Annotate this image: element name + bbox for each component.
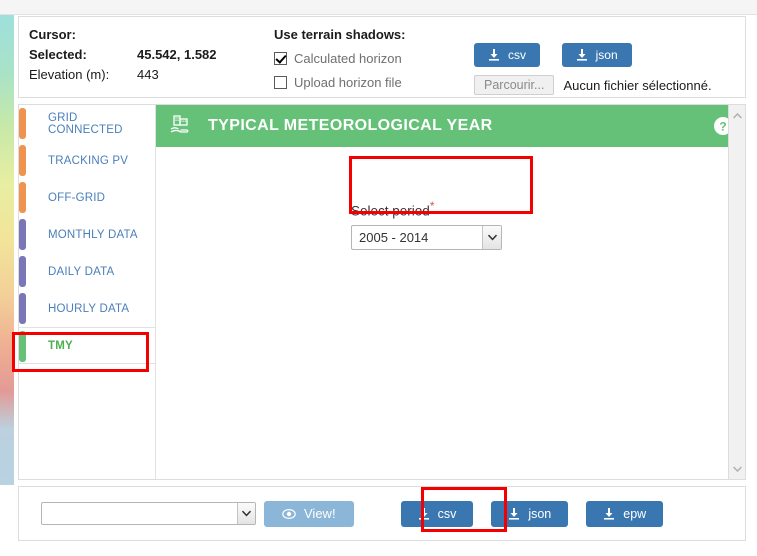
selected-row: Selected: 45.542, 1.582 bbox=[29, 45, 274, 65]
main-content-panel: GRID CONNECTED TRACKING PV OFF-GRID MONT… bbox=[18, 104, 746, 480]
upload-horizon-label: Upload horizon file bbox=[294, 74, 402, 90]
scroll-up-arrow-icon[interactable] bbox=[729, 107, 745, 124]
elevation-row: Elevation (m): 443 bbox=[29, 65, 274, 85]
view-button-label: View! bbox=[304, 506, 336, 521]
download-icon bbox=[603, 507, 615, 520]
cursor-block: Cursor: Selected: 45.542, 1.582 Elevatio… bbox=[29, 25, 274, 85]
browse-file-button[interactable]: Parcourir... bbox=[474, 75, 555, 95]
sidebar-item-monthly-data[interactable]: MONTHLY DATA bbox=[19, 216, 155, 253]
horizon-download-csv-label: csv bbox=[508, 48, 526, 62]
sidebar-item-color-bar bbox=[19, 145, 26, 176]
bottom-download-buttons: csv json epw bbox=[400, 500, 664, 527]
select-period-label: Select period bbox=[351, 203, 430, 219]
sidebar-item-label: MONTHLY DATA bbox=[48, 228, 138, 241]
file-status-text: Aucun fichier sélectionné. bbox=[563, 77, 712, 93]
sidebar-item-label: OFF-GRID bbox=[48, 191, 106, 204]
horizon-download-json-button[interactable]: json bbox=[561, 43, 632, 67]
sidebar-item-label: HOURLY DATA bbox=[48, 302, 130, 315]
sidebar-item-color-bar bbox=[19, 293, 26, 324]
horizon-download-json-label: json bbox=[595, 48, 618, 62]
chevron-down-icon[interactable] bbox=[237, 503, 255, 524]
view-button[interactable]: View! bbox=[264, 500, 354, 527]
sidebar-item-color-bar bbox=[19, 256, 26, 287]
cursor-label: Cursor: bbox=[29, 27, 76, 42]
eye-icon bbox=[282, 508, 296, 520]
calculated-horizon-row[interactable]: Calculated horizon bbox=[274, 46, 484, 70]
scroll-down-arrow-icon[interactable] bbox=[729, 460, 745, 477]
horizon-download-csv-button[interactable]: csv bbox=[474, 43, 540, 67]
download-csv-label: csv bbox=[437, 506, 457, 521]
calculated-horizon-label: Calculated horizon bbox=[294, 50, 402, 66]
select-period-label-wrap: Select period* bbox=[351, 199, 506, 219]
sidebar-item-label: TRACKING PV bbox=[48, 154, 129, 167]
download-json-button[interactable]: json bbox=[491, 500, 569, 527]
cursor-info-panel: Cursor: Selected: 45.542, 1.582 Elevatio… bbox=[18, 16, 746, 98]
output-format-dropdown[interactable] bbox=[41, 502, 256, 525]
sidebar-item-color-bar bbox=[19, 219, 26, 250]
sidebar-item-label: TMY bbox=[48, 339, 73, 352]
download-icon bbox=[576, 49, 588, 61]
selected-label: Selected: bbox=[29, 47, 87, 62]
tmy-panel-header: TYPICAL METEOROLOGICAL YEAR ? bbox=[156, 105, 745, 147]
download-epw-button[interactable]: epw bbox=[586, 500, 664, 527]
sidebar-item-tmy[interactable]: TMY bbox=[19, 327, 155, 364]
required-marker: * bbox=[429, 199, 435, 213]
sidebar-item-hourly-data[interactable]: HOURLY DATA bbox=[19, 290, 155, 327]
calculated-horizon-checkbox[interactable] bbox=[274, 51, 287, 65]
upload-horizon-checkbox[interactable] bbox=[274, 75, 287, 89]
browser-top-strip bbox=[0, 0, 757, 15]
tmy-panel: TYPICAL METEOROLOGICAL YEAR ? Select per… bbox=[156, 105, 745, 479]
sidebar-item-tracking-pv[interactable]: TRACKING PV bbox=[19, 142, 155, 179]
page-title: TYPICAL METEOROLOGICAL YEAR bbox=[208, 117, 493, 134]
upload-horizon-row[interactable]: Upload horizon file bbox=[274, 70, 484, 94]
bottom-toolbar: View! csv json epw bbox=[18, 486, 746, 541]
terrain-shadows-block: Use terrain shadows: Calculated horizon … bbox=[274, 25, 484, 94]
sidebar-item-label: DAILY DATA bbox=[48, 265, 115, 278]
terrain-shadows-title: Use terrain shadows: bbox=[274, 27, 406, 42]
select-period-dropdown[interactable]: 2005 - 2014 bbox=[351, 224, 502, 250]
hand-building-icon bbox=[168, 113, 194, 139]
cursor-row: Cursor: bbox=[29, 25, 274, 45]
chevron-down-icon[interactable] bbox=[482, 225, 501, 249]
horizon-file-input-row[interactable]: Parcourir... Aucun fichier sélectionné. bbox=[474, 75, 712, 95]
vertical-scrollbar[interactable] bbox=[728, 105, 745, 479]
sidebar-item-grid-connected[interactable]: GRID CONNECTED bbox=[19, 105, 155, 142]
selected-value: 45.542, 1.582 bbox=[137, 47, 217, 62]
svg-text:?: ? bbox=[719, 120, 726, 134]
horizon-download-buttons: csv json bbox=[474, 43, 632, 67]
sidebar-nav: GRID CONNECTED TRACKING PV OFF-GRID MONT… bbox=[19, 105, 156, 479]
download-icon bbox=[508, 507, 520, 520]
sidebar-item-daily-data[interactable]: DAILY DATA bbox=[19, 253, 155, 290]
sidebar-item-color-bar bbox=[19, 108, 26, 139]
map-color-legend bbox=[0, 15, 14, 485]
download-icon bbox=[488, 49, 500, 61]
download-json-label: json bbox=[528, 506, 552, 521]
select-period-field-group: Select period* 2005 - 2014 bbox=[351, 199, 506, 250]
sidebar-item-color-bar bbox=[19, 182, 26, 213]
select-period-value: 2005 - 2014 bbox=[359, 229, 429, 245]
elevation-value: 443 bbox=[137, 67, 159, 82]
tmy-form-area: Select period* 2005 - 2014 bbox=[156, 147, 745, 250]
download-epw-label: epw bbox=[623, 506, 647, 521]
sidebar-item-color-bar bbox=[19, 331, 26, 362]
sidebar-item-off-grid[interactable]: OFF-GRID bbox=[19, 179, 155, 216]
elevation-label: Elevation (m): bbox=[29, 67, 110, 82]
download-csv-button[interactable]: csv bbox=[400, 500, 474, 527]
sidebar-item-label: GRID CONNECTED bbox=[48, 111, 123, 136]
download-icon bbox=[418, 507, 430, 520]
